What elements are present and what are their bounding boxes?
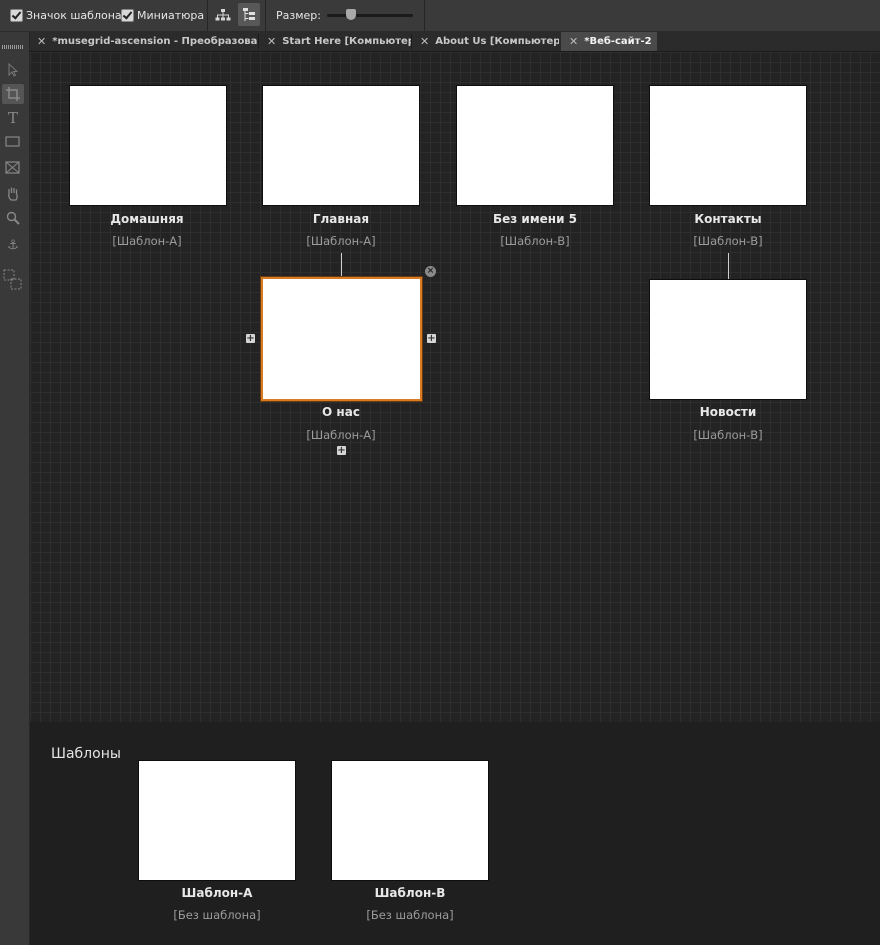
page-thumbnail-contacts[interactable]: [649, 85, 807, 206]
toolbar-divider: [207, 0, 208, 31]
hierarchy-tree-icon: [215, 8, 231, 20]
checkbox-checked-icon: [121, 9, 134, 22]
panel-grip[interactable]: [2, 45, 24, 49]
template-parent-label: [Без шаблона]: [173, 908, 261, 922]
add-sibling-page-left-icon[interactable]: +: [246, 334, 255, 344]
thumbnail-checkbox[interactable]: Миниатюра: [121, 0, 204, 31]
page-thumbnail-about-selected[interactable]: [261, 277, 422, 401]
tools-panel: T ⚓: [0, 32, 30, 945]
page-thumbnail-home[interactable]: [69, 85, 227, 206]
checkbox-checked-icon: [10, 9, 23, 22]
tab-label: *musegrid-ascension - Преобразован: [52, 36, 257, 47]
toolbar-divider: [424, 0, 425, 31]
text-tool-icon[interactable]: T: [2, 108, 24, 128]
page-template-label: [Шаблон-B]: [693, 428, 763, 442]
page-template-label: [Шаблон-A]: [306, 428, 376, 442]
tab-about-us[interactable]: ✕ About Us [Компьютер]: [412, 32, 559, 51]
page-thumbnail-main[interactable]: [262, 85, 420, 206]
tab-musegrid-ascension[interactable]: ✕ *musegrid-ascension - Преобразован: [29, 32, 257, 51]
size-label: Размер:: [276, 9, 321, 22]
template-parent-label: [Без шаблона]: [366, 908, 454, 922]
size-slider-thumb[interactable]: [346, 9, 357, 20]
document-tab-bar: ✕ *musegrid-ascension - Преобразован ✕ S…: [0, 32, 880, 52]
thumbnail-checkbox-label: Миниатюра: [137, 9, 205, 22]
add-sibling-page-right-icon[interactable]: +: [427, 334, 436, 344]
toolbar-divider: [265, 0, 266, 31]
page-thumbnail-news[interactable]: [649, 279, 807, 400]
top-toolbar: Значок шаблона Миниатюра Размер:: [0, 0, 880, 32]
delete-page-icon[interactable]: ×: [425, 266, 436, 277]
master-icon-checkbox-label: Значок шаблона: [26, 9, 122, 22]
close-tab-icon[interactable]: ✕: [267, 35, 276, 48]
page-name[interactable]: О нас: [261, 405, 421, 419]
master-icon-checkbox[interactable]: Значок шаблона: [10, 0, 122, 31]
tab-label: *Веб-сайт-2: [584, 36, 652, 47]
template-name[interactable]: Шаблон-A: [137, 886, 297, 900]
close-tab-icon[interactable]: ✕: [37, 35, 46, 48]
anchor-tool-icon[interactable]: ⚓: [2, 235, 24, 255]
hierarchy-connector: [341, 253, 342, 278]
hierarchy-connector: [728, 253, 729, 279]
page-name[interactable]: Контакты: [648, 212, 808, 226]
hand-tool-icon[interactable]: [2, 184, 24, 204]
hierarchy-list-icon: [243, 8, 255, 21]
fit-frame-tool-icon[interactable]: [2, 267, 24, 293]
close-tab-icon[interactable]: ✕: [569, 35, 578, 48]
crop-tool-icon[interactable]: [2, 84, 24, 104]
page-thumbnail-untitled-5[interactable]: [456, 85, 614, 206]
page-name[interactable]: Без имени 5: [455, 212, 615, 226]
add-child-page-icon[interactable]: +: [337, 446, 346, 456]
zoom-tool-icon[interactable]: [2, 208, 24, 228]
page-name[interactable]: Домашняя: [67, 212, 227, 226]
tree-view-button[interactable]: [212, 3, 234, 26]
page-name[interactable]: Главная: [261, 212, 421, 226]
tab-website-2[interactable]: ✕ *Веб-сайт-2: [561, 32, 657, 51]
template-thumbnail-b[interactable]: [331, 760, 489, 881]
templates-section-title: Шаблоны: [51, 746, 121, 762]
size-slider-track[interactable]: [327, 14, 413, 17]
rectangle-frame-tool-icon[interactable]: [2, 158, 24, 178]
close-tab-icon[interactable]: ✕: [420, 35, 429, 48]
page-template-label: [Шаблон-B]: [500, 234, 570, 248]
page-template-label: [Шаблон-A]: [306, 234, 376, 248]
page-template-label: [Шаблон-B]: [693, 234, 763, 248]
template-thumbnail-a[interactable]: [138, 760, 296, 881]
list-view-button[interactable]: [238, 3, 260, 26]
tab-label: Start Here [Компьютер]: [282, 36, 411, 47]
page-name[interactable]: Новости: [648, 405, 808, 419]
tab-start-here[interactable]: ✕ Start Here [Компьютер]: [259, 32, 411, 51]
template-name[interactable]: Шаблон-B: [330, 886, 490, 900]
tab-label: About Us [Компьютер]: [435, 36, 559, 47]
rectangle-tool-icon[interactable]: [2, 132, 24, 152]
page-template-label: [Шаблон-A]: [112, 234, 182, 248]
selection-tool-icon[interactable]: [2, 60, 24, 80]
